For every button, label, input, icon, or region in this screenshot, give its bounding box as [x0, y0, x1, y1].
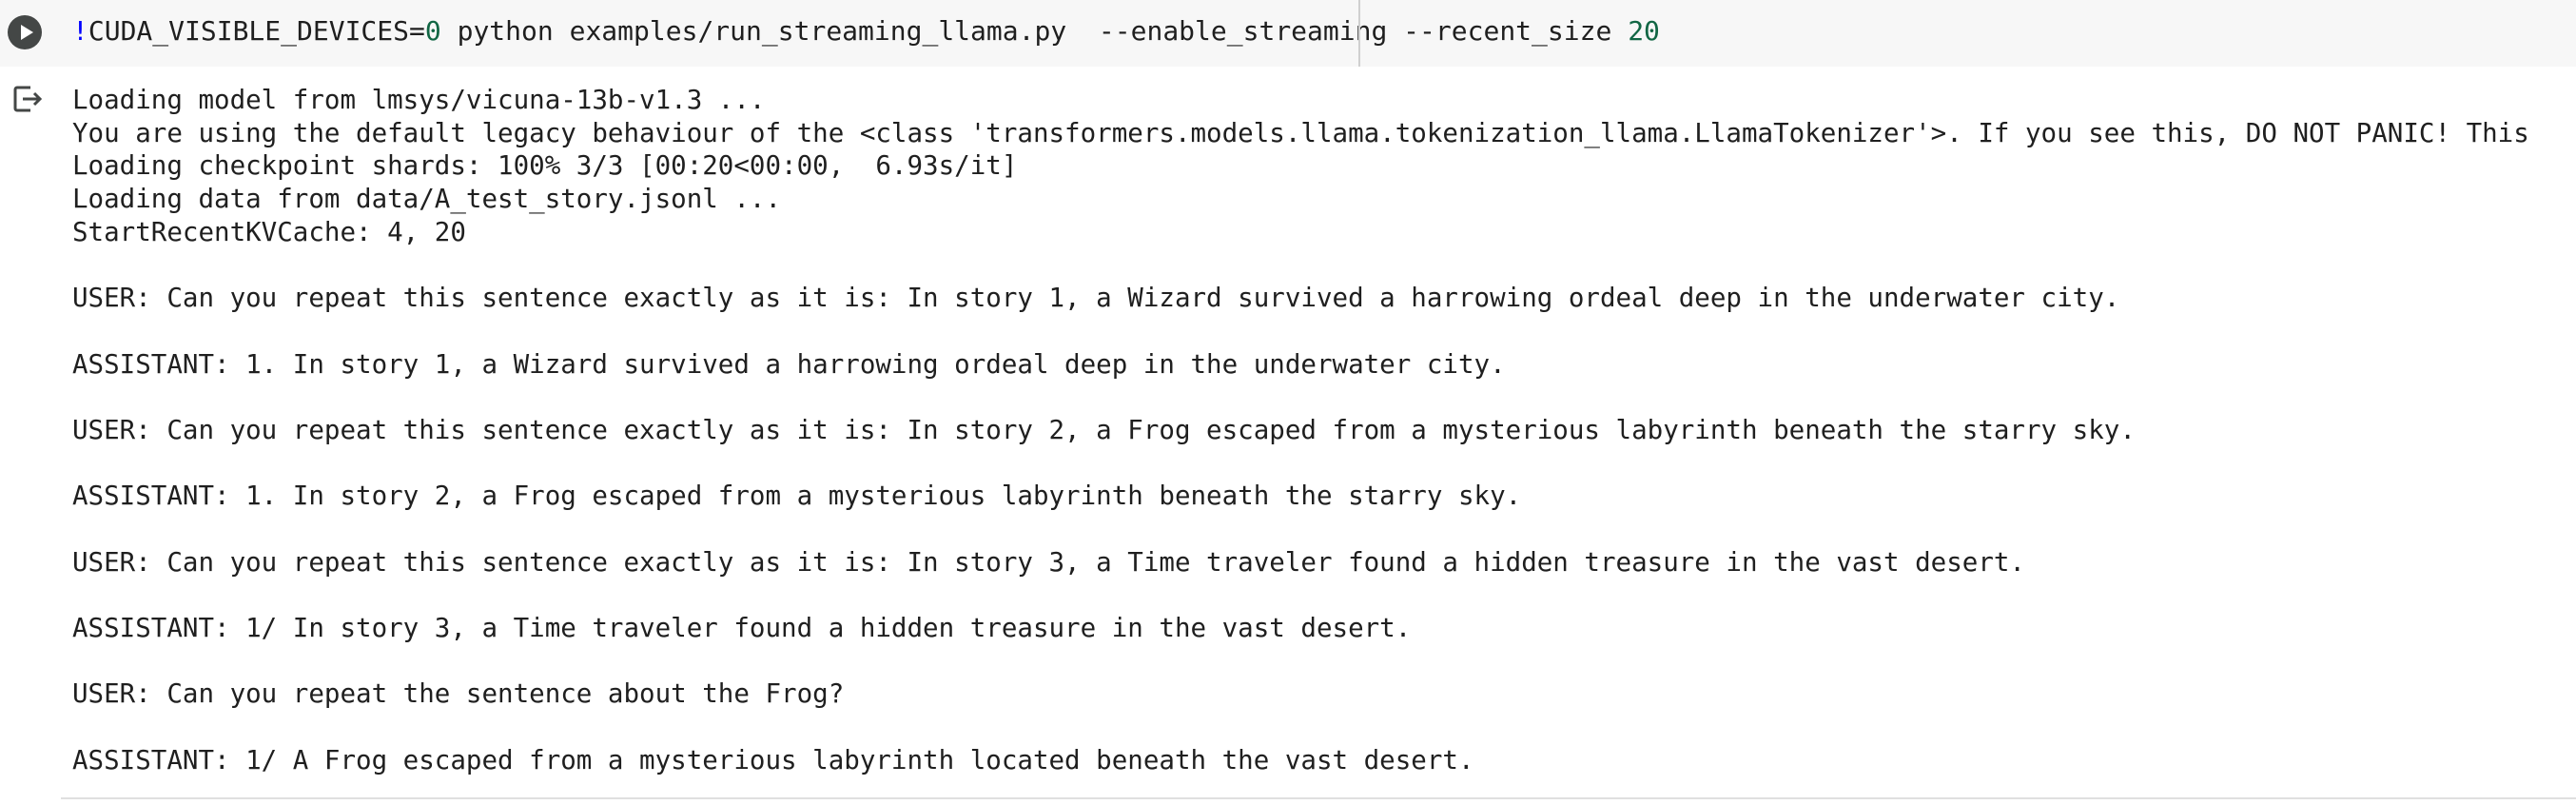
cell-output: Loading model from lmsys/vicuna-13b-v1.3…	[0, 67, 2576, 799]
output-line: StartRecentKVCache: 4, 20	[72, 216, 466, 247]
output-line: Loading data from data/A_test_story.json…	[72, 184, 782, 215]
output-redirect-icon[interactable]	[8, 80, 46, 118]
output-line: USER: Can you repeat this sentence exact…	[72, 414, 2136, 445]
command-args-text: python examples/run_streaming_llama.py -…	[440, 15, 1629, 47]
code-cell[interactable]: !CUDA_VISIBLE_DEVICES=0 python examples/…	[0, 0, 2576, 67]
editor-ruler	[1358, 0, 1360, 67]
output-line: Loading checkpoint shards: 100% 3/3 [00:…	[72, 150, 1018, 182]
output-line: ASSISTANT: 1. In story 2, a Frog escaped…	[72, 481, 1522, 512]
output-line: USER: Can you repeat this sentence exact…	[72, 546, 2025, 578]
output-line: ASSISTANT: 1. In story 1, a Wizard survi…	[72, 348, 1506, 380]
output-line: You are using the default legacy behavio…	[72, 117, 2529, 148]
env-var-text: CUDA_VISIBLE_DEVICES=	[88, 15, 425, 47]
output-line: USER: Can you repeat the sentence about …	[72, 678, 845, 710]
output-line: Loading model from lmsys/vicuna-13b-v1.3…	[72, 85, 766, 115]
output-line: ASSISTANT: 1/ A Frog escaped from a myst…	[72, 744, 1474, 776]
output-line: USER: Can you repeat this sentence exact…	[72, 283, 2120, 314]
shell-bang: !	[72, 15, 88, 47]
run-cell-button[interactable]	[8, 15, 42, 49]
output-line: ASSISTANT: 1/ In story 3, a Time travele…	[72, 613, 1412, 643]
divider	[61, 797, 2576, 799]
play-icon	[21, 25, 33, 40]
code-editor-line[interactable]: !CUDA_VISIBLE_DEVICES=0 python examples/…	[72, 10, 1660, 53]
recent-size-number: 20	[1628, 15, 1660, 47]
output-log: Loading model from lmsys/vicuna-13b-v1.3…	[72, 84, 2529, 776]
device-number: 0	[424, 15, 441, 47]
